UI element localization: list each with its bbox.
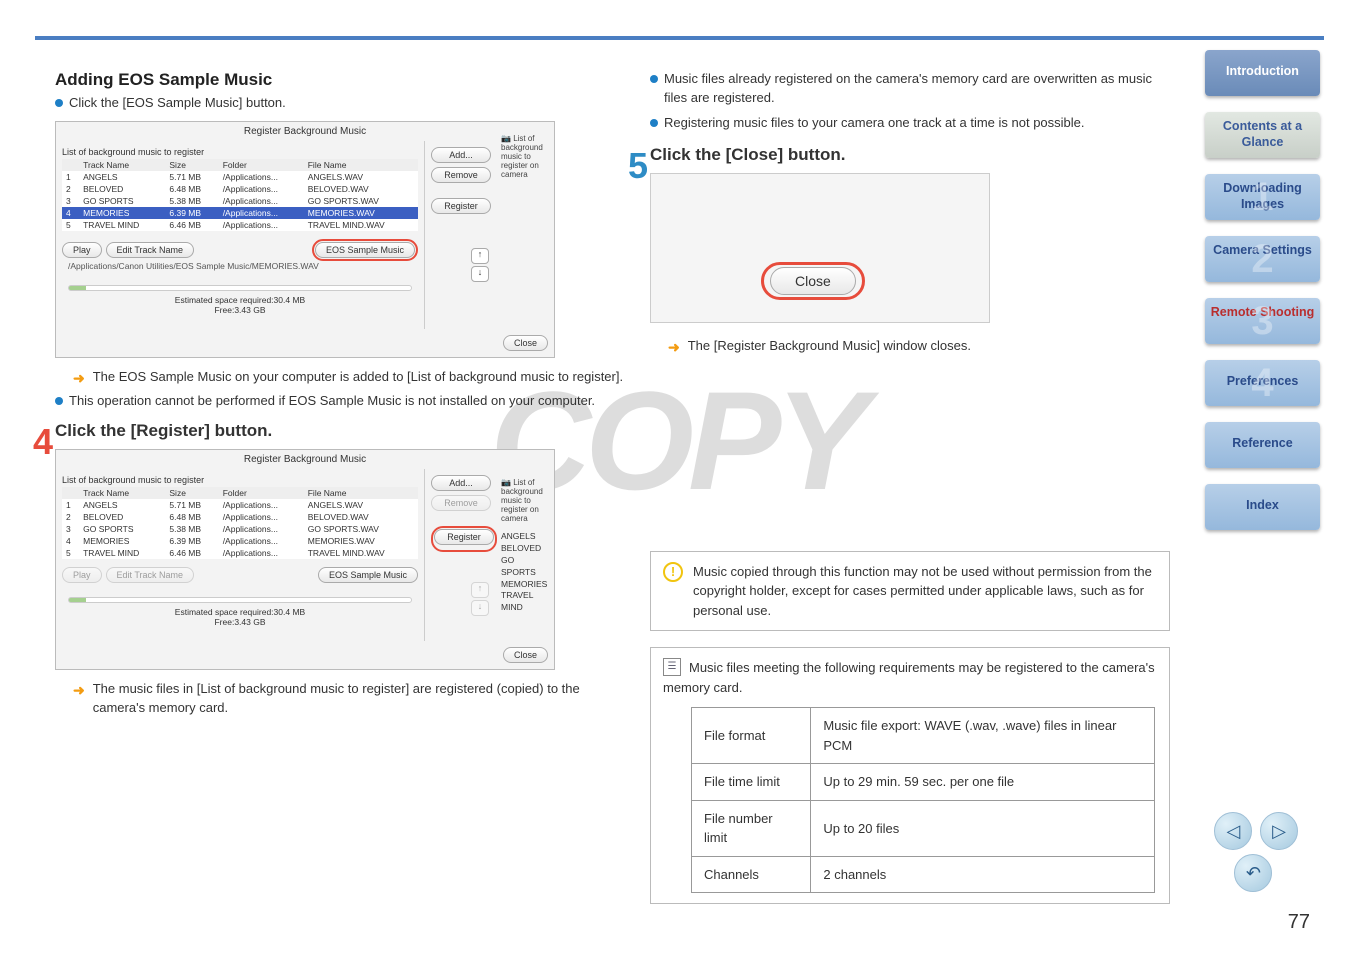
instruction-text: Click the [EOS Sample Music] button. — [69, 94, 286, 113]
register-highlight: Register — [431, 526, 497, 552]
edit-track-button[interactable]: Edit Track Name — [106, 242, 195, 258]
step-number: 4 — [33, 421, 53, 463]
list-label: List of background music to register — [62, 147, 418, 157]
eos-sample-button[interactable]: EOS Sample Music — [315, 242, 415, 258]
sidebar: Introduction Contents at a Glance 1Downl… — [1205, 50, 1325, 546]
sidebar-preferences[interactable]: 4Preferences — [1205, 360, 1320, 406]
move-down-icon[interactable]: ↓ — [471, 600, 489, 616]
sidebar-remote-shooting[interactable]: 3Remote Shooting — [1205, 298, 1320, 344]
next-page-icon[interactable]: ▷ — [1260, 812, 1298, 850]
bullet-icon — [55, 397, 63, 405]
header-rule — [35, 36, 1324, 40]
space-bar — [68, 285, 412, 291]
move-up-icon[interactable]: ↑ — [471, 248, 489, 264]
move-down-icon[interactable]: ↓ — [471, 266, 489, 282]
eos-sample-button[interactable]: EOS Sample Music — [318, 567, 418, 583]
sidebar-camera-settings[interactable]: 2Camera Settings — [1205, 236, 1320, 282]
arrow-icon: ➜ — [668, 337, 680, 357]
edit-track-button[interactable]: Edit Track Name — [106, 567, 195, 583]
track-table: Track NameSizeFolderFile Name 1ANGELS5.7… — [62, 159, 418, 231]
close-panel: Close — [650, 173, 990, 323]
info-icon: ☰ — [663, 658, 681, 676]
step5-heading: Click the [Close] button. — [650, 145, 1170, 165]
space-bar — [68, 597, 412, 603]
table-row: 2BELOVED6.48 MB/Applications...BELOVED.W… — [62, 183, 418, 195]
caution-icon: ! — [663, 562, 683, 582]
prev-page-icon[interactable]: ◁ — [1214, 812, 1252, 850]
play-button[interactable]: Play — [62, 242, 102, 258]
register-button[interactable]: Register — [431, 198, 491, 214]
dialog-title: Register Background Music — [56, 122, 554, 141]
close-highlight: Close — [761, 262, 865, 300]
register-dialog-1: Register Background Music List of backgr… — [55, 121, 555, 358]
sidebar-index[interactable]: Index — [1205, 484, 1320, 530]
table-row: 3GO SPORTS5.38 MB/Applications...GO SPOR… — [62, 195, 418, 207]
caution-text: Music copied through this function may n… — [693, 562, 1157, 621]
move-up-icon[interactable]: ↑ — [471, 582, 489, 598]
remove-button[interactable]: Remove — [431, 167, 491, 183]
sidebar-downloading[interactable]: 1Downloading Images — [1205, 174, 1320, 220]
step-number: 5 — [628, 145, 648, 187]
add-button[interactable]: Add... — [431, 475, 491, 491]
page-number: 77 — [1288, 911, 1310, 934]
sidebar-reference[interactable]: Reference — [1205, 422, 1320, 468]
arrow-icon: ➜ — [73, 680, 85, 718]
result-text: The music files in [List of background m… — [93, 680, 625, 718]
bullet-icon — [650, 75, 658, 83]
remove-button[interactable]: Remove — [431, 495, 491, 511]
result-text: The [Register Background Music] window c… — [688, 337, 971, 357]
sidebar-contents[interactable]: Contents at a Glance — [1205, 112, 1320, 158]
close-button[interactable]: Close — [503, 647, 548, 663]
page-nav: ◁ ▷ ↶ — [1212, 810, 1300, 894]
caution-box: ! Music copied through this function may… — [650, 551, 1170, 632]
info-box: ☰Music files meeting the following requi… — [650, 647, 1170, 904]
back-icon[interactable]: ↶ — [1234, 854, 1272, 892]
note-text: This operation cannot be performed if EO… — [69, 392, 595, 411]
result-text: The EOS Sample Music on your computer is… — [93, 368, 623, 388]
requirements-table: File formatMusic file export: WAVE (.wav… — [691, 707, 1155, 893]
eos-sample-highlight: EOS Sample Music — [312, 239, 418, 261]
play-button[interactable]: Play — [62, 567, 102, 583]
bullet-icon — [650, 119, 658, 127]
sidebar-introduction[interactable]: Introduction — [1205, 50, 1320, 96]
instruction-line: Click the [EOS Sample Music] button. — [55, 94, 625, 113]
table-row: 4MEMORIES6.39 MB/Applications...MEMORIES… — [62, 207, 418, 219]
table-row: 5TRAVEL MIND6.46 MB/Applications...TRAVE… — [62, 219, 418, 231]
space-info: Estimated space required:30.4 MBFree:3.4… — [62, 293, 418, 323]
note-text: Music files already registered on the ca… — [664, 70, 1170, 108]
note-text: Registering music files to your camera o… — [664, 114, 1085, 133]
close-button[interactable]: Close — [503, 335, 548, 351]
add-button[interactable]: Add... — [431, 147, 491, 163]
table-row: 1ANGELS5.71 MB/Applications...ANGELS.WAV — [62, 171, 418, 183]
file-path: /Applications/Canon Utilities/EOS Sample… — [62, 261, 418, 271]
arrow-icon: ➜ — [73, 368, 85, 388]
adding-eos-heading: Adding EOS Sample Music — [55, 70, 625, 90]
register-dialog-2: Register Background Music List of backgr… — [55, 449, 555, 670]
bullet-icon — [55, 99, 63, 107]
register-button[interactable]: Register — [434, 529, 494, 545]
info-lead: Music files meeting the following requir… — [663, 660, 1155, 695]
step4-heading: Click the [Register] button. — [55, 421, 625, 441]
close-button[interactable]: Close — [770, 267, 856, 295]
